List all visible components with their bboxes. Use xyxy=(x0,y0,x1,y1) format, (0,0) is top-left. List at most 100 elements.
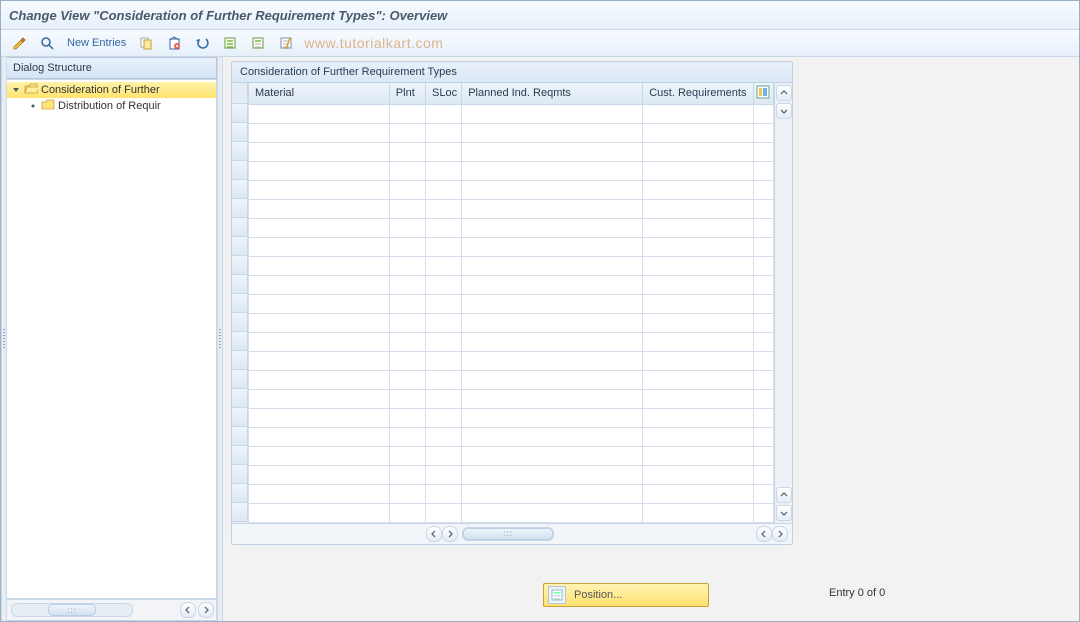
table-row[interactable] xyxy=(249,294,774,313)
row-header[interactable] xyxy=(232,370,248,389)
toggle-change-mode-button[interactable] xyxy=(7,33,31,53)
col-plnt[interactable]: Plnt xyxy=(389,83,425,104)
scroll-down-button[interactable] xyxy=(776,505,792,521)
row-header[interactable] xyxy=(232,161,248,180)
row-header[interactable] xyxy=(232,237,248,256)
row-header[interactable] xyxy=(232,256,248,275)
dialog-structure-tree[interactable]: Consideration of Further Distribution of… xyxy=(7,79,217,599)
table-row[interactable] xyxy=(249,446,774,465)
select-block-button[interactable] xyxy=(246,33,270,53)
toolbar: New Entries xyxy=(1,30,1079,57)
page-title: Change View "Consideration of Further Re… xyxy=(9,8,447,23)
table-row[interactable] xyxy=(249,389,774,408)
row-header[interactable] xyxy=(232,180,248,199)
table-row[interactable] xyxy=(249,104,774,123)
table-row[interactable] xyxy=(249,351,774,370)
row-header[interactable] xyxy=(232,313,248,332)
row-header[interactable] xyxy=(232,484,248,503)
table-settings-icon xyxy=(756,85,770,99)
col-cust-requirements[interactable]: Cust. Requirements xyxy=(643,83,754,104)
grid-body: Material Plnt SLoc Planned Ind. Reqmts C… xyxy=(248,83,774,523)
scroll-up-button[interactable] xyxy=(776,487,792,503)
row-header[interactable] xyxy=(232,275,248,294)
scrollbar-thumb[interactable]: ::: xyxy=(48,604,96,616)
select-all-button[interactable] xyxy=(218,33,242,53)
scroll-left-button[interactable] xyxy=(180,602,196,618)
table-row[interactable] xyxy=(249,237,774,256)
table-row[interactable] xyxy=(249,484,774,503)
col-material[interactable]: Material xyxy=(249,83,390,104)
col-planned-ind-reqmts[interactable]: Planned Ind. Reqmts xyxy=(462,83,643,104)
position-button-label: Position... xyxy=(574,589,622,601)
table-row[interactable] xyxy=(249,332,774,351)
table-row[interactable] xyxy=(249,275,774,294)
table-row[interactable] xyxy=(249,142,774,161)
scroll-left-button[interactable] xyxy=(756,526,772,542)
panel-title: Consideration of Further Requirement Typ… xyxy=(232,62,792,83)
select-block-icon xyxy=(251,36,265,50)
magnifier-icon xyxy=(40,36,54,50)
delete-button[interactable] xyxy=(162,33,186,53)
position-button[interactable]: Position... xyxy=(543,583,709,607)
caret-down-icon[interactable] xyxy=(11,85,21,95)
position-icon xyxy=(548,586,566,604)
grid: Material Plnt SLoc Planned Ind. Reqmts C… xyxy=(232,83,792,523)
table-row[interactable] xyxy=(249,503,774,522)
row-header[interactable] xyxy=(232,503,248,522)
table-row[interactable] xyxy=(249,199,774,218)
folder-open-icon xyxy=(24,83,38,98)
row-header[interactable] xyxy=(232,332,248,351)
row-header[interactable] xyxy=(232,427,248,446)
deselect-all-button[interactable] xyxy=(274,33,298,53)
table-row[interactable] xyxy=(249,256,774,275)
scroll-right-button[interactable] xyxy=(198,602,214,618)
title-bar: Change View "Consideration of Further Re… xyxy=(1,1,1079,30)
sidebar-horizontal-scrollbar[interactable]: ::: xyxy=(7,599,217,621)
new-entries-button[interactable]: New Entries xyxy=(63,37,130,49)
grid-vertical-scrollbar[interactable] xyxy=(774,83,792,523)
tree-node-distribution[interactable]: Distribution of Requir xyxy=(7,98,216,114)
scroll-right-button[interactable] xyxy=(772,526,788,542)
tree-node-label: Distribution of Requir xyxy=(58,100,161,112)
copy-icon xyxy=(139,36,153,50)
table-row[interactable] xyxy=(249,161,774,180)
row-header[interactable] xyxy=(232,218,248,237)
row-header[interactable] xyxy=(232,408,248,427)
row-header[interactable] xyxy=(232,294,248,313)
table-row[interactable] xyxy=(249,123,774,142)
tree-node-consideration[interactable]: Consideration of Further xyxy=(7,82,216,98)
table-row[interactable] xyxy=(249,408,774,427)
table-row[interactable] xyxy=(249,427,774,446)
grid-horizontal-scrollbar[interactable]: ::: xyxy=(232,523,792,544)
row-header[interactable] xyxy=(232,123,248,142)
row-header[interactable] xyxy=(232,446,248,465)
row-header[interactable] xyxy=(232,389,248,408)
row-header[interactable] xyxy=(232,142,248,161)
tree-bullet-icon xyxy=(28,101,38,111)
row-header[interactable] xyxy=(232,104,248,123)
table-row[interactable] xyxy=(249,180,774,199)
scrollbar-thumb[interactable]: ::: xyxy=(463,528,553,540)
folder-icon xyxy=(41,99,55,114)
app-window: Change View "Consideration of Further Re… xyxy=(0,0,1080,622)
copy-as-button[interactable] xyxy=(134,33,158,53)
grid-rows xyxy=(249,104,774,522)
table-row[interactable] xyxy=(249,313,774,332)
row-header[interactable] xyxy=(232,465,248,484)
table-row[interactable] xyxy=(249,218,774,237)
row-header[interactable] xyxy=(232,199,248,218)
undo-button[interactable] xyxy=(190,33,214,53)
scroll-right-button[interactable] xyxy=(442,526,458,542)
table-row[interactable] xyxy=(249,370,774,389)
col-configure-button[interactable] xyxy=(753,83,773,104)
grid-table[interactable]: Material Plnt SLoc Planned Ind. Reqmts C… xyxy=(248,83,774,523)
main-area: Dialog Structure Consideration of Furthe… xyxy=(1,57,1079,621)
scroll-up-button[interactable] xyxy=(776,85,792,101)
scroll-left-button[interactable] xyxy=(426,526,442,542)
table-row[interactable] xyxy=(249,465,774,484)
details-button[interactable] xyxy=(35,33,59,53)
row-header[interactable] xyxy=(232,351,248,370)
scroll-down-button[interactable] xyxy=(776,103,792,119)
requirements-panel: Consideration of Further Requirement Typ… xyxy=(231,61,793,545)
col-sloc[interactable]: SLoc xyxy=(426,83,462,104)
